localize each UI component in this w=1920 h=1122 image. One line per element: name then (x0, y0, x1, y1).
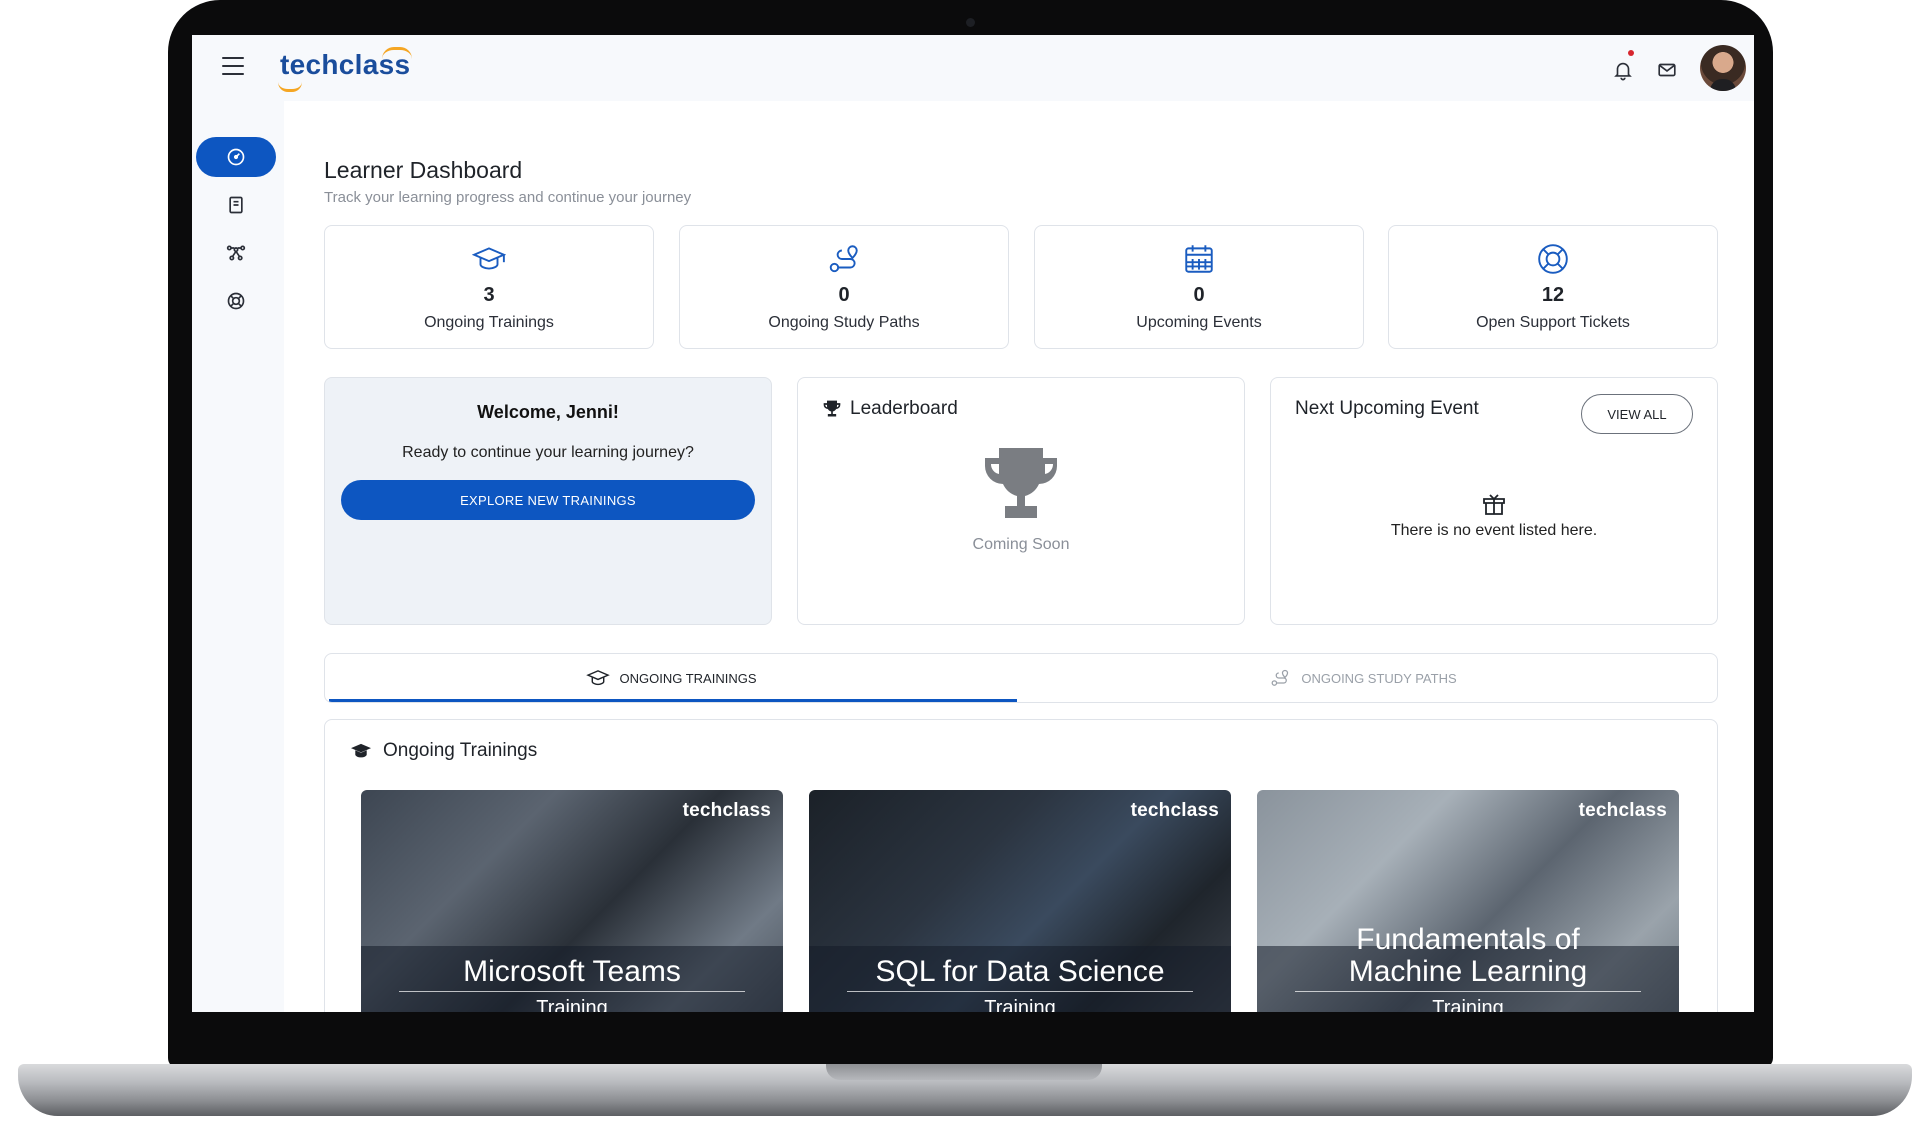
sidebar-item-study-paths[interactable] (196, 233, 276, 273)
section-header: Ongoing Trainings (349, 740, 537, 762)
page-subtitle: Track your learning progress and continu… (324, 189, 692, 206)
lifebuoy-icon (1538, 244, 1568, 274)
logo-swoosh (278, 82, 302, 92)
welcome-title: Welcome, Jenni! (477, 402, 619, 422)
sidebar-item-trainings[interactable] (196, 185, 276, 225)
tab-ongoing-study-paths[interactable]: ONGOING STUDY PATHS (1017, 654, 1709, 702)
section-title: Ongoing Trainings (383, 740, 538, 761)
leaderboard-header: Leaderboard (822, 398, 958, 420)
notification-dot (1628, 50, 1634, 56)
stat-card-open-support-tickets[interactable]: 12 Open Support Tickets (1388, 225, 1718, 349)
stat-value: 3 (483, 284, 495, 306)
course-title: Fundamentals of Machine Learning (1348, 923, 1588, 988)
active-tab-indicator (329, 699, 1017, 702)
course-title: SQL for Data Science (875, 955, 1165, 988)
bell-icon[interactable] (1612, 59, 1634, 81)
dashboard-gauge-icon (227, 148, 245, 166)
course-brand: techclass (682, 800, 771, 821)
stat-value: 0 (838, 284, 850, 306)
tab-ongoing-trainings[interactable]: ONGOING TRAININGS (325, 654, 1017, 702)
graduation-cap-icon (351, 743, 371, 758)
laptop-notch (826, 1064, 1102, 1080)
sidebar-item-support[interactable] (196, 281, 276, 321)
stat-value: 0 (1193, 284, 1205, 306)
mail-icon[interactable] (1656, 59, 1678, 81)
calendar-icon (1185, 245, 1213, 273)
view-all-events-button[interactable]: VIEW ALL (1581, 394, 1693, 434)
stat-card-ongoing-trainings[interactable]: 3 Ongoing Trainings (324, 225, 654, 349)
next-event-title: Next Upcoming Event (1295, 398, 1479, 419)
course-title: Microsoft Teams (463, 955, 681, 988)
course-card-sql-for-data-science[interactable]: techclass SQL for Data Science Training (809, 790, 1231, 1012)
stat-label: Ongoing Study Paths (768, 314, 920, 331)
trophy-icon (985, 448, 1057, 518)
network-icon (226, 245, 246, 261)
stat-label: Ongoing Trainings (424, 314, 554, 331)
explore-new-trainings-button[interactable]: EXPLORE NEW TRAININGS (341, 480, 755, 520)
sidebar-item-dashboard[interactable] (196, 137, 276, 177)
training-tabs: ONGOING TRAININGS ONGOING STUDY PATHS (324, 653, 1718, 703)
ongoing-trainings-section: Ongoing Trainings techclass Microsoft Te… (324, 719, 1718, 1012)
course-divider (1295, 991, 1641, 992)
course-subtitle: Training (984, 997, 1056, 1012)
screen: techclass Learner Dashboard Track your l… (192, 35, 1754, 1012)
tab-label: ONGOING TRAININGS (619, 670, 757, 686)
course-brand: techclass (1130, 800, 1219, 821)
leaderboard-panel: Leaderboard Coming Soon (797, 377, 1245, 625)
lifebuoy-icon (227, 292, 245, 310)
user-avatar[interactable] (1700, 45, 1746, 91)
course-card-fundamentals-of-machine-learning[interactable]: techclass Fundamentals of Machine Learni… (1257, 790, 1679, 1012)
camera-icon (966, 18, 975, 27)
sidebar (192, 101, 284, 1012)
course-divider (847, 991, 1193, 992)
stat-card-ongoing-study-paths[interactable]: 0 Ongoing Study Paths (679, 225, 1009, 349)
main-content: Learner Dashboard Track your learning pr… (284, 101, 1754, 1012)
route-icon (1271, 669, 1289, 686)
page-title: Learner Dashboard (324, 157, 523, 183)
course-divider (399, 991, 745, 992)
graduation-cap-icon (585, 670, 610, 686)
graduation-cap-icon (472, 247, 506, 270)
course-subtitle: Training (536, 997, 608, 1012)
stat-label: Open Support Tickets (1476, 314, 1630, 331)
course-brand: techclass (1578, 800, 1667, 821)
empty-event-text: There is no event listed here. (1390, 522, 1598, 539)
leaderboard-status: Coming Soon (972, 536, 1070, 553)
stat-label: Upcoming Events (1136, 314, 1262, 331)
leaderboard-title: Leaderboard (850, 398, 958, 419)
empty-box-icon (1483, 494, 1505, 515)
top-bar: techclass (192, 35, 1754, 101)
book-icon (229, 196, 243, 214)
welcome-text: Ready to continue your learning journey? (402, 444, 694, 461)
stat-value: 12 (1541, 284, 1565, 306)
logo-swoosh (382, 47, 412, 59)
stat-card-upcoming-events[interactable]: 0 Upcoming Events (1034, 225, 1364, 349)
tab-label: ONGOING STUDY PATHS (1301, 670, 1457, 686)
course-subtitle: Training (1432, 997, 1504, 1012)
course-card-microsoft-teams[interactable]: techclass Microsoft Teams Training (361, 790, 783, 1012)
trophy-icon (823, 400, 841, 417)
welcome-panel: Welcome, Jenni! Ready to continue your l… (324, 377, 772, 625)
route-icon (829, 245, 858, 273)
hamburger-menu-icon[interactable] (222, 57, 244, 75)
next-event-panel: Next Upcoming Event VIEW ALL There is no… (1270, 377, 1718, 625)
